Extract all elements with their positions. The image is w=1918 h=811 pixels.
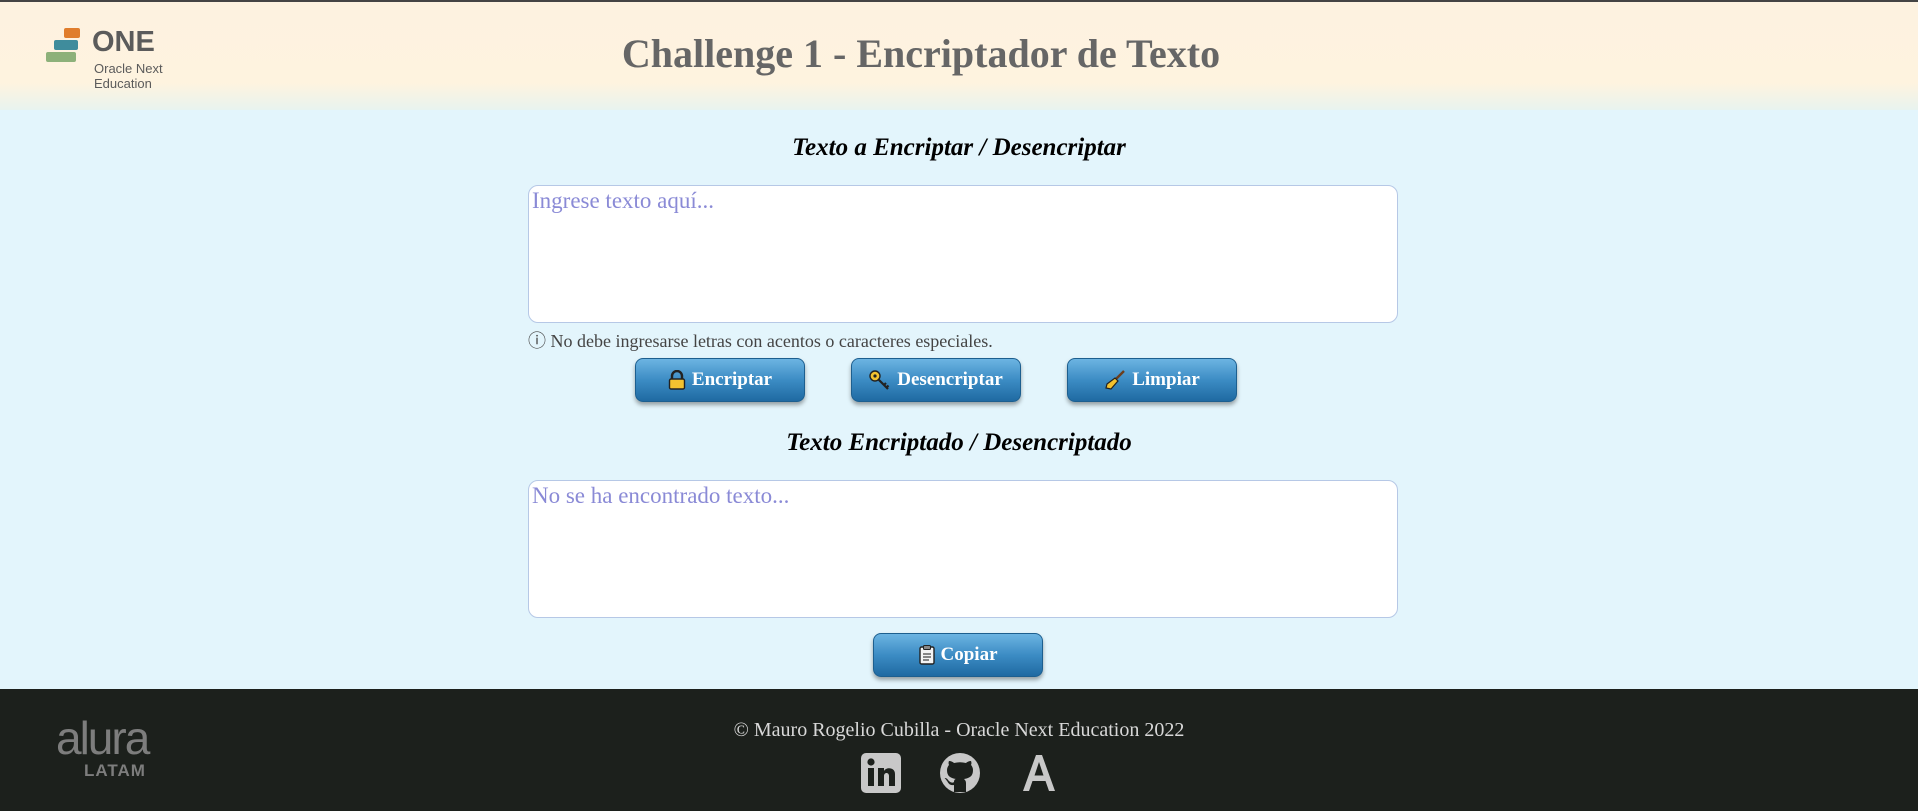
encrypt-label: Encriptar bbox=[691, 369, 773, 390]
broom-icon bbox=[1105, 370, 1126, 390]
github-icon[interactable] bbox=[938, 751, 982, 795]
copy-button[interactable]: Copiar bbox=[873, 633, 1043, 677]
page-footer: alura LATAM © Mauro Rogelio Cubilla - Or… bbox=[0, 689, 1918, 811]
clear-label: Limpiar bbox=[1132, 369, 1200, 390]
clear-button[interactable]: Limpiar bbox=[1067, 358, 1237, 402]
input-heading: Texto a Encriptar / Desencriptar bbox=[792, 134, 1126, 161]
hint-text: No debe ingresarse letras con acentos o … bbox=[550, 331, 993, 351]
logo-subtitle-line-2: Education bbox=[94, 76, 152, 91]
key-icon bbox=[869, 370, 890, 390]
decrypt-button[interactable]: Desencriptar bbox=[851, 358, 1021, 402]
info-icon: ⓘ bbox=[528, 331, 546, 351]
alura-a-icon[interactable] bbox=[1017, 751, 1061, 795]
encrypt-button[interactable]: Encriptar bbox=[635, 358, 805, 402]
input-hint: ⓘ No debe ingresarse letras con acentos … bbox=[528, 327, 993, 353]
lock-icon bbox=[668, 370, 686, 390]
input-textarea[interactable] bbox=[528, 185, 1398, 323]
page-header: ONE Oracle Next Education Challenge 1 - … bbox=[0, 0, 1918, 110]
alura-latam: LATAM bbox=[84, 761, 146, 780]
output-textarea[interactable] bbox=[528, 480, 1398, 618]
copyright-text: © Mauro Rogelio Cubilla - Oracle Next Ed… bbox=[733, 719, 1185, 741]
copy-label: Copiar bbox=[940, 644, 998, 665]
linkedin-icon[interactable] bbox=[859, 751, 903, 795]
decrypt-label: Desencriptar bbox=[897, 369, 1003, 390]
clipboard-icon bbox=[918, 645, 935, 665]
page-title: Challenge 1 - Encriptador de Texto bbox=[621, 31, 1221, 76]
output-heading: Texto Encriptado / Desencriptado bbox=[786, 429, 1132, 456]
